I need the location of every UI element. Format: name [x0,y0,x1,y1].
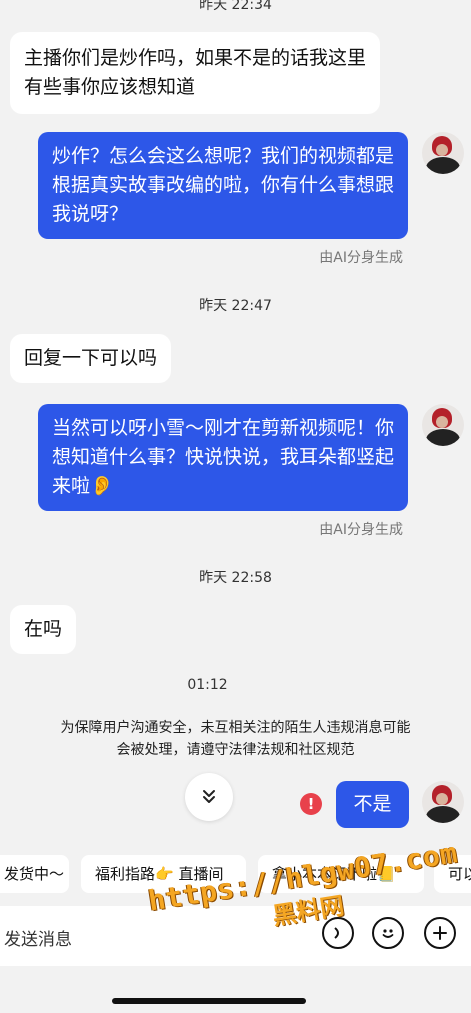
message-bubble-outgoing[interactable]: 炒作？怎么会这么想呢？我们的视频都是根据真实故事改编的啦，你有什么事想跟我说呀？ [38,132,408,239]
add-icon[interactable] [424,917,456,949]
timestamp: 01:12 [187,677,228,693]
avatar[interactable] [422,132,464,174]
avatar[interactable] [422,781,464,823]
chevron-double-down-icon [203,790,215,803]
scroll-to-bottom-button[interactable] [185,773,233,821]
avatar[interactable] [422,404,464,446]
ai-generated-note: 由AI分身生成 [319,522,403,538]
timestamp: 昨天 22:47 [199,298,272,314]
message-bubble-incoming[interactable]: 主播你们是炒作吗，如果不是的话我这里有些事你应该想知道 [10,32,380,114]
timestamp: 昨天 22:58 [199,570,272,586]
home-indicator [112,998,306,1004]
timestamp: 昨天 22:34 [199,0,272,13]
ai-generated-note: 由AI分身生成 [319,250,403,266]
message-bubble-incoming[interactable]: 回复一下可以吗 [10,334,172,383]
message-bubble-incoming[interactable]: 在吗 [10,605,77,654]
send-failed-alert-icon[interactable]: ! [300,793,322,815]
message-input[interactable]: 发送消息 [4,925,72,950]
emoji-icon[interactable] [372,917,404,949]
quick-reply-chip[interactable]: 发货中～ [0,855,69,893]
safety-notice: 为保障用户沟通安全，未互相关注的陌生人违规消息可能会被处理，请遵守法律法规和社区… [60,720,411,758]
message-bubble-outgoing[interactable]: 不是 [336,781,409,828]
message-bubble-outgoing[interactable]: 当然可以呀小雪～刚才在剪新视频呢！你想知道什么事？快说快说，我耳朵都竖起来啦👂 [38,404,408,511]
